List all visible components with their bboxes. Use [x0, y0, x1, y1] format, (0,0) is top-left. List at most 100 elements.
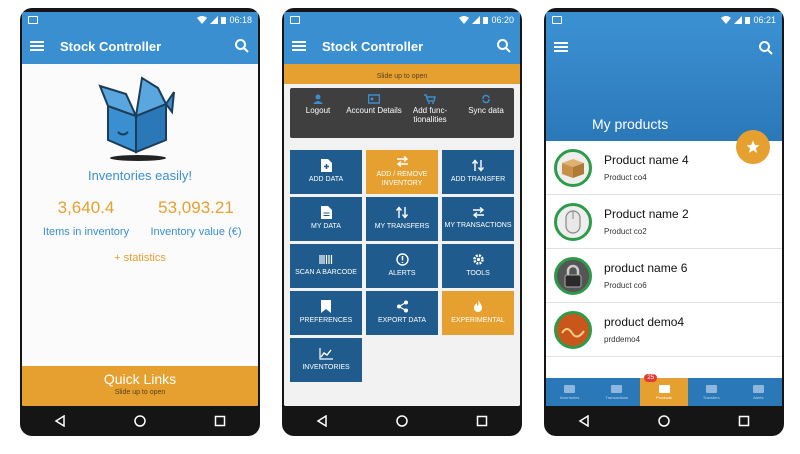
battery-icon: [221, 17, 227, 24]
favorite-fab-button[interactable]: [736, 130, 770, 164]
products-content: My products Product name 4 Product co4 Pr…: [546, 28, 782, 406]
slide-up-hint: Slide up to open: [114, 389, 166, 396]
status-time: 06:21: [753, 15, 776, 25]
tile-my-transfers[interactable]: My transfers: [366, 197, 438, 241]
tile-scan-barcode[interactable]: Scan a barcode: [290, 244, 362, 288]
padlock-icon: [564, 264, 582, 287]
file-icon: [320, 206, 332, 220]
tile-alerts[interactable]: Alerts: [366, 244, 438, 288]
hamburger-menu-icon[interactable]: [30, 41, 44, 51]
gallery-icon: [28, 16, 38, 24]
recents-icon[interactable]: [214, 415, 226, 427]
product-name: product demo4: [604, 315, 685, 329]
function-tile-grid: Add data Add / Remove inventory Add tran…: [290, 150, 514, 382]
back-icon[interactable]: [54, 415, 66, 427]
search-icon[interactable]: [496, 38, 512, 54]
star-icon: [746, 140, 760, 153]
slide-up-bar[interactable]: Slide up to open: [284, 64, 520, 84]
home-icon[interactable]: [134, 415, 146, 427]
swap-icon: [396, 156, 408, 168]
menu-item-account-details[interactable]: Account Details: [346, 88, 402, 138]
product-list: Product name 4 Product co4 Product name 2…: [546, 141, 782, 357]
back-icon[interactable]: [578, 415, 590, 427]
app-bar: Stock Controller: [284, 28, 520, 64]
home-icon[interactable]: [658, 415, 670, 427]
page-title: My products: [592, 116, 669, 132]
wifi-icon: [197, 16, 208, 24]
items-stat: 3,640.4 Items in inventory: [26, 198, 146, 238]
phone-menu-screen: 06:20 Stock Controller Slide up to open …: [282, 8, 522, 436]
search-icon[interactable]: [758, 40, 774, 56]
tile-label: Scan a barcode: [295, 269, 357, 277]
list-item[interactable]: product demo4 prddemo4: [546, 303, 782, 357]
list-item[interactable]: Product name 2 Product co2: [546, 195, 782, 249]
tile-label: My transfers: [374, 223, 430, 231]
status-time: 06:20: [491, 15, 514, 25]
nav-transactions[interactable]: Transactions: [593, 378, 640, 406]
app-bar: Stock Controller: [22, 28, 258, 64]
tagline: Inventories easily!: [87, 168, 193, 183]
product-code: prddemo4: [604, 335, 641, 344]
flame-icon: [474, 300, 482, 313]
home-icon[interactable]: [396, 415, 408, 427]
transfers-icon: [705, 384, 717, 393]
product-thumbnail: [554, 256, 592, 295]
product-thumbnail: [554, 202, 592, 241]
add-file-icon: [320, 159, 332, 173]
product-code: Product co4: [604, 173, 647, 182]
tile-label: Add data: [308, 176, 344, 184]
bottom-navigation: Inventories Transactions 25 Products Tran…: [546, 374, 782, 406]
tile-my-transactions[interactable]: My transactions: [442, 197, 514, 241]
hamburger-menu-icon[interactable]: [554, 42, 568, 52]
list-item[interactable]: product name 6 Product co6: [546, 249, 782, 303]
recents-icon[interactable]: [476, 415, 488, 427]
signal-icon: [472, 16, 481, 24]
hamburger-menu-icon[interactable]: [292, 41, 306, 51]
tile-add-transfer[interactable]: Add transfer: [442, 150, 514, 194]
recents-icon[interactable]: [738, 415, 750, 427]
nav-transfers[interactable]: Transfers: [688, 378, 735, 406]
app-title: Stock Controller: [60, 38, 162, 54]
tile-my-data[interactable]: My data: [290, 197, 362, 241]
product-thumbnail: [554, 148, 592, 187]
menu-item-add-functionalities[interactable]: Add func-tionalities: [402, 88, 458, 138]
statistics-link[interactable]: + statistics: [22, 252, 258, 264]
quick-links-panel[interactable]: Quick Links Slide up to open: [22, 366, 258, 406]
phone-home-screen: 06:18 Stock Controller Inventories easil…: [20, 8, 260, 436]
home-content: Inventories easily! 3,640.4 Items in inv…: [22, 64, 258, 406]
nav-label: Inventories: [559, 394, 580, 400]
tile-inventories[interactable]: Inventories: [290, 338, 362, 382]
product-name: product name 6: [604, 261, 688, 275]
tile-label: Alerts: [388, 270, 416, 278]
account-menu: Logout Account Details Add func-tionalit…: [290, 88, 514, 138]
nav-label: Transfers: [702, 394, 720, 400]
screen: 06:18 Stock Controller Inventories easil…: [22, 12, 258, 406]
tile-export-data[interactable]: Export data: [366, 291, 438, 335]
tile-preferences[interactable]: Preferences: [290, 291, 362, 335]
tile-tools[interactable]: Tools: [442, 244, 514, 288]
tile-add-remove-inventory[interactable]: Add / Remove inventory: [366, 150, 438, 194]
search-icon[interactable]: [234, 38, 250, 54]
phone-products-screen: 06:21 My products Product name 4 Product …: [544, 8, 784, 436]
tile-label: Preferences: [299, 317, 353, 325]
status-bar: 06:18: [22, 12, 258, 28]
alerts-icon: [752, 384, 764, 393]
nav-products[interactable]: 25 Products: [640, 374, 688, 406]
menu-item-label: Add func-tionalities: [412, 106, 448, 124]
tile-add-data[interactable]: Add data: [290, 150, 362, 194]
back-icon[interactable]: [316, 415, 328, 427]
wifi-icon: [721, 16, 732, 24]
nav-inventories[interactable]: Inventories: [546, 378, 593, 406]
tile-experimental[interactable]: Experimental: [442, 291, 514, 335]
product-name: Product name 2: [604, 207, 689, 221]
nav-alerts[interactable]: Alerts: [735, 378, 782, 406]
menu-item-logout[interactable]: Logout: [290, 88, 346, 138]
cart-icon: [424, 94, 436, 104]
nav-label: Products: [656, 394, 672, 400]
products-icon: [658, 384, 670, 393]
product-name: Product name 4: [604, 153, 689, 167]
android-nav-bar: [20, 406, 260, 436]
menu-item-sync-data[interactable]: Sync data: [458, 88, 514, 138]
chart-icon: [319, 347, 333, 360]
inventories-icon: [564, 384, 576, 393]
